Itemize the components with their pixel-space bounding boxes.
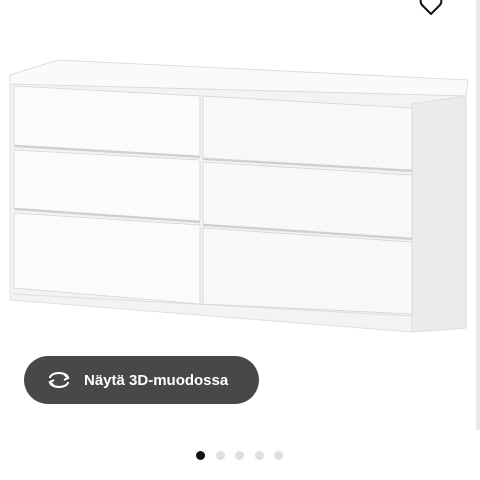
view-3d-button[interactable]: Näytä 3D-muodossa [24,356,259,404]
carousel-dot[interactable] [196,451,205,460]
product-image [9,59,469,333]
drawer-fronts-right [202,95,413,315]
carousel-dots [196,451,294,461]
favorite-button[interactable] [418,0,444,18]
scroll-edge [476,0,480,430]
rotate-3d-icon [48,372,70,388]
carousel-dot[interactable] [274,451,283,460]
drawer-fronts-left [13,85,201,305]
carousel-dot[interactable] [215,451,225,460]
view-3d-label: Näytä 3D-muodossa [84,371,229,389]
heart-icon [419,0,443,15]
carousel-dot[interactable] [254,451,264,460]
carousel-dot[interactable] [235,451,244,460]
